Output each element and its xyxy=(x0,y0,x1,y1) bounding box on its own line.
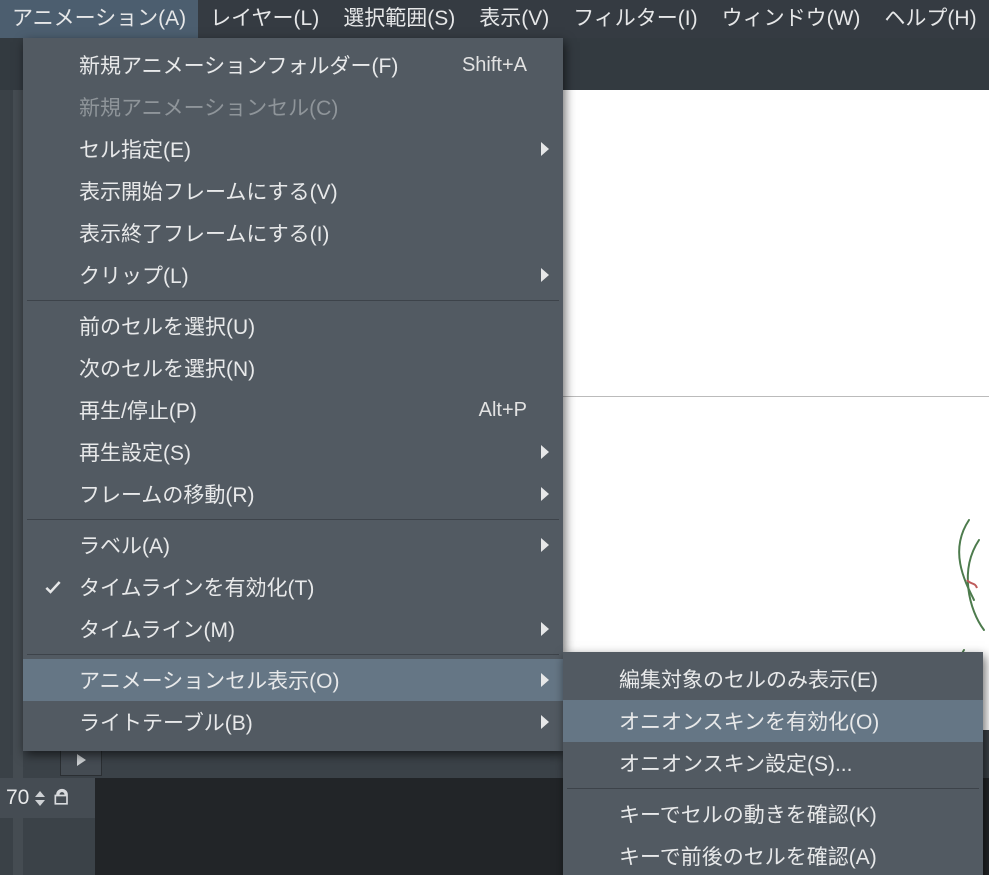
menu-item[interactable]: ライトテーブル(B) xyxy=(23,701,563,743)
opacity-control[interactable]: 70 xyxy=(0,778,95,818)
menu-item-label: 表示終了フレームにする(I) xyxy=(79,218,553,248)
submenu-arrow-icon xyxy=(541,608,549,650)
menu-item-label: アニメーションセル表示(O) xyxy=(79,665,553,695)
menu-item-label: タイムラインを有効化(T) xyxy=(79,572,553,602)
onion-skin-icon[interactable] xyxy=(51,787,73,809)
submenu-item-label: オニオンスキンを有効化(O) xyxy=(619,706,879,736)
submenu-arrow-icon xyxy=(541,701,549,743)
submenu-item[interactable]: キーでセルの動きを確認(K) xyxy=(563,793,983,835)
menu-item[interactable]: 再生/停止(P)Alt+P xyxy=(23,389,563,431)
menu-item[interactable]: タイムラインを有効化(T) xyxy=(23,566,563,608)
opacity-value: 70 xyxy=(6,786,29,810)
menu-item-label: 前のセルを選択(U) xyxy=(79,311,553,341)
submenu-arrow-icon xyxy=(541,473,549,515)
submenu-arrow-icon xyxy=(541,659,549,701)
menu-layer[interactable]: レイヤー(L) xyxy=(198,0,331,38)
submenu-item-label: キーで前後のセルを確認(A) xyxy=(619,841,877,871)
cell-view-submenu: 編集対象のセルのみ表示(E) オニオンスキンを有効化(O) オニオンスキン設定(S)… xyxy=(563,652,983,875)
menu-item[interactable]: 表示終了フレームにする(I) xyxy=(23,212,563,254)
play-icon xyxy=(77,754,86,766)
check-icon xyxy=(43,566,63,608)
chevron-up-icon[interactable] xyxy=(35,791,45,797)
menu-help[interactable]: ヘルプ(H) xyxy=(872,0,988,38)
menu-separator xyxy=(27,519,559,520)
menu-item-shortcut: Alt+P xyxy=(479,399,527,422)
chevron-down-icon[interactable] xyxy=(35,800,45,806)
menu-item[interactable]: 前のセルを選択(U) xyxy=(23,305,563,347)
submenu-item[interactable]: 編集対象のセルのみ表示(E) xyxy=(563,658,983,700)
menu-item-label: 次のセルを選択(N) xyxy=(79,353,553,383)
menu-item-label: クリップ(L) xyxy=(79,260,553,290)
menu-view[interactable]: 表示(V) xyxy=(467,0,561,38)
menu-item[interactable]: フレームの移動(R) xyxy=(23,473,563,515)
menu-filter[interactable]: フィルター(I) xyxy=(561,0,709,38)
submenu-arrow-icon xyxy=(541,431,549,473)
menu-item[interactable]: 表示開始フレームにする(V) xyxy=(23,170,563,212)
opacity-spinner[interactable] xyxy=(35,791,45,806)
menu-item[interactable]: セル指定(E) xyxy=(23,128,563,170)
menu-item-label: 表示開始フレームにする(V) xyxy=(79,176,553,206)
menu-animation[interactable]: アニメーション(A) xyxy=(0,0,198,38)
menu-item-label: セル指定(E) xyxy=(79,134,553,164)
submenu-arrow-icon xyxy=(541,254,549,296)
menu-item-label: 新規アニメーションセル(C) xyxy=(79,92,553,122)
submenu-item[interactable]: キーで前後のセルを確認(A) xyxy=(563,835,983,875)
menu-item[interactable]: ラベル(A) xyxy=(23,524,563,566)
left-edge xyxy=(0,90,13,875)
menu-item[interactable]: タイムライン(M) xyxy=(23,608,563,650)
menu-item[interactable]: 次のセルを選択(N) xyxy=(23,347,563,389)
menu-item-label: 新規アニメーションフォルダー(F) xyxy=(79,50,462,80)
animation-dropdown: 新規アニメーションフォルダー(F)Shift+A 新規アニメーションセル(C) セル… xyxy=(23,38,563,751)
menubar: アニメーション(A) レイヤー(L) 選択範囲(S) 表示(V) フィルター(I… xyxy=(0,0,989,38)
submenu-item[interactable]: オニオンスキン設定(S)... xyxy=(563,742,983,784)
submenu-arrow-icon xyxy=(541,524,549,566)
menu-window[interactable]: ウィンドウ(W) xyxy=(710,0,873,38)
menu-item-label: 再生/停止(P) xyxy=(79,395,479,425)
submenu-item-label: キーでセルの動きを確認(K) xyxy=(619,799,877,829)
left-divider xyxy=(13,90,23,875)
menu-separator xyxy=(567,788,979,789)
submenu-item[interactable]: オニオンスキンを有効化(O) xyxy=(563,700,983,742)
menu-item[interactable]: クリップ(L) xyxy=(23,254,563,296)
submenu-item-label: 編集対象のセルのみ表示(E) xyxy=(619,664,878,694)
menu-separator xyxy=(27,300,559,301)
menu-selection[interactable]: 選択範囲(S) xyxy=(331,0,467,38)
menu-item-shortcut: Shift+A xyxy=(462,54,527,77)
submenu-arrow-icon xyxy=(541,128,549,170)
menu-item-label: タイムライン(M) xyxy=(79,614,553,644)
menu-item-label: フレームの移動(R) xyxy=(79,479,553,509)
menu-item-label: ライトテーブル(B) xyxy=(79,707,553,737)
menu-separator xyxy=(27,654,559,655)
menu-item[interactable]: 再生設定(S) xyxy=(23,431,563,473)
submenu-item-label: オニオンスキン設定(S)... xyxy=(619,748,852,778)
menu-item[interactable]: 新規アニメーションフォルダー(F)Shift+A xyxy=(23,44,563,86)
menu-item: 新規アニメーションセル(C) xyxy=(23,86,563,128)
menu-item-label: 再生設定(S) xyxy=(79,437,553,467)
menu-item-label: ラベル(A) xyxy=(79,530,553,560)
menu-item[interactable]: アニメーションセル表示(O) xyxy=(23,659,563,701)
